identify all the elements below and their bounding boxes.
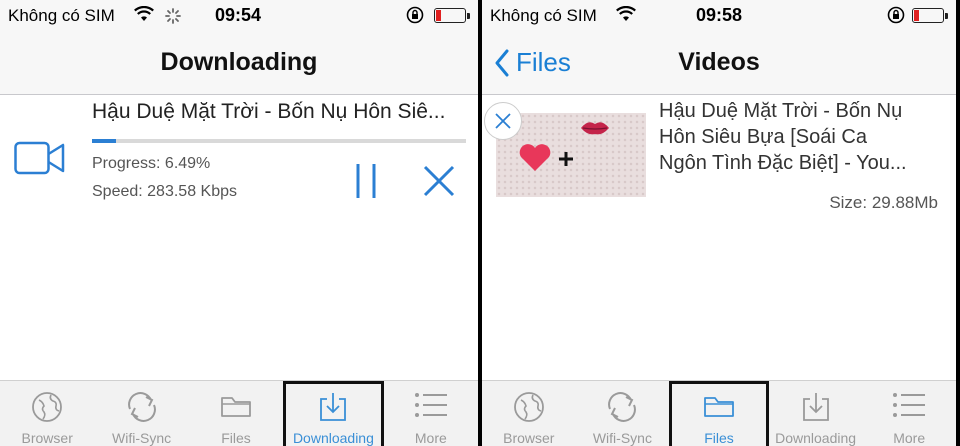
- tab-wifi-sync[interactable]: Wifi-Sync: [94, 381, 188, 446]
- file-size: Size: 29.88Mb: [829, 193, 938, 212]
- tab-label: Downloading: [292, 430, 374, 446]
- status-bar: Không có SIM 09:58: [482, 0, 956, 30]
- nav-bar: Downloading: [0, 30, 478, 95]
- sync-icon: [605, 391, 639, 426]
- heart-icon: [518, 143, 552, 178]
- close-icon: [495, 113, 511, 129]
- video-title-line: Hậu Duệ Mặt Trời - Bốn Nụ: [659, 100, 903, 122]
- download-item[interactable]: Hậu Duệ Mặt Trời - Bốn Nụ Hôn Siê... Pro…: [0, 96, 478, 226]
- folder-icon: [219, 391, 253, 424]
- lips-icon: [580, 119, 610, 142]
- tab-label: Files: [221, 430, 251, 446]
- video-title-line: Hôn Siêu Bựa [Soái Ca: [659, 126, 867, 148]
- nav-bar: Files Videos: [482, 30, 956, 95]
- globe-icon: [513, 391, 545, 426]
- pause-icon[interactable]: [350, 162, 382, 205]
- tab-label: Browser: [21, 430, 73, 446]
- video-title: Hậu Duệ Mặt Trời - Bốn Nụ Hôn Siêu Bựa […: [659, 98, 949, 176]
- page-title: Downloading: [160, 48, 318, 76]
- download-icon: [800, 391, 832, 426]
- downloading-screen: Không có SIM 09:54 Downloading Hậu Duệ M…: [0, 0, 478, 446]
- tab-more[interactable]: More: [384, 381, 478, 446]
- tab-bar: Browser Wifi-Sync Files Downloading More: [482, 380, 956, 446]
- tab-files[interactable]: Files: [669, 381, 769, 446]
- videos-screen: Không có SIM 09:58 Files Videos Hậu Duệ …: [482, 0, 956, 446]
- status-time: 09:54: [215, 5, 262, 25]
- activity-spinner-icon: [165, 8, 181, 29]
- tab-wifi-sync[interactable]: Wifi-Sync: [576, 381, 670, 446]
- tab-downloading[interactable]: Downloading: [769, 381, 863, 446]
- battery-icon: [434, 8, 470, 23]
- orientation-lock-icon: [406, 6, 424, 24]
- download-speed-text: Speed: 283.58 Kbps: [92, 183, 238, 200]
- menu-icon: [892, 391, 926, 422]
- download-icon: [317, 391, 349, 426]
- tab-label: Browser: [503, 430, 555, 446]
- download-progress-fill: [92, 139, 117, 143]
- video-file-item[interactable]: Hậu Duệ Mặt Trời - Bốn Nụ Hôn Siêu Bựa […: [482, 96, 956, 216]
- plus-icon: [558, 151, 574, 172]
- tab-files[interactable]: Files: [189, 381, 283, 446]
- globe-icon: [31, 391, 63, 426]
- tab-label: Wifi-Sync: [112, 430, 172, 446]
- tab-label: More: [893, 430, 926, 446]
- menu-icon: [414, 391, 448, 422]
- tab-label: Downloading: [775, 430, 857, 446]
- tab-more[interactable]: More: [862, 381, 956, 446]
- page-title: Videos: [678, 48, 760, 76]
- sync-icon: [125, 391, 159, 426]
- folder-icon: [702, 391, 736, 424]
- carrier-label: Không có SIM: [8, 6, 115, 25]
- status-time: 09:58: [696, 5, 743, 25]
- wifi-icon: [134, 5, 154, 27]
- tab-browser[interactable]: Browser: [482, 381, 576, 446]
- video-title-line: Ngôn Tình Đặc Biệt] - You...: [659, 152, 907, 174]
- video-camera-icon: [14, 140, 66, 181]
- tab-browser[interactable]: Browser: [0, 381, 94, 446]
- tab-label: Files: [704, 430, 734, 446]
- remove-file-button[interactable]: [484, 102, 522, 140]
- tab-bar: Browser Wifi-Sync Files Downloading More: [0, 380, 478, 446]
- tab-downloading[interactable]: Downloading: [283, 381, 384, 446]
- status-bar: Không có SIM 09:54: [0, 0, 478, 30]
- battery-icon: [912, 8, 948, 23]
- download-progress-bar: [92, 139, 466, 143]
- tab-label: Wifi-Sync: [592, 430, 652, 446]
- tab-label: More: [414, 430, 447, 446]
- carrier-label: Không có SIM: [490, 6, 597, 25]
- wifi-icon: [616, 5, 636, 27]
- cancel-download-icon[interactable]: [422, 164, 456, 203]
- orientation-lock-icon: [887, 6, 905, 24]
- download-progress-text: Progress: 6.49%: [92, 155, 211, 172]
- download-title: Hậu Duệ Mặt Trời - Bốn Nụ Hôn Siê...: [92, 100, 446, 123]
